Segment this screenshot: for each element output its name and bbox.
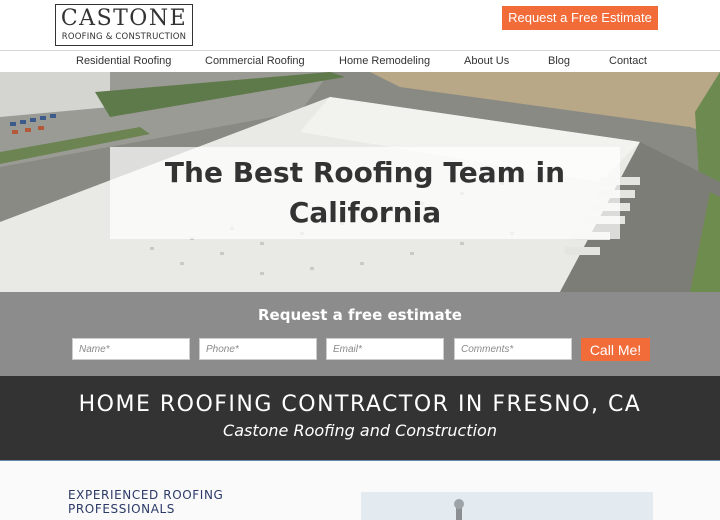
name-input[interactable] — [72, 338, 190, 360]
contractor-subheading: Castone Roofing and Construction — [223, 421, 497, 440]
email-input[interactable] — [326, 338, 444, 360]
site-header: CASTONE ROOFING & CONSTRUCTION Request a… — [0, 0, 720, 51]
nav-residential-roofing[interactable]: Residential Roofing — [76, 55, 171, 67]
comments-input[interactable] — [454, 338, 572, 360]
experience-heading: EXPERIENCED ROOFING PROFESSIONALS — [68, 488, 268, 516]
hero-title-box: The Best Roofing Team in California — [110, 147, 620, 239]
main-nav: Residential Roofing Commercial Roofing H… — [0, 52, 720, 72]
nav-about-us[interactable]: About Us — [464, 55, 509, 67]
call-me-button[interactable]: Call Me! — [581, 338, 650, 361]
experience-heading-line-1: EXPERIENCED ROOFING — [68, 488, 224, 502]
contractor-banner: HOME ROOFING CONTRACTOR IN FRESNO, CA Ca… — [0, 376, 720, 460]
nav-blog[interactable]: Blog — [548, 55, 570, 67]
contractor-heading: HOME ROOFING CONTRACTOR IN FRESNO, CA — [78, 392, 642, 417]
hero-banner: The Best Roofing Team in California — [0, 72, 720, 292]
logo-tagline: ROOFING & CONSTRUCTION — [61, 32, 187, 42]
hero-title-line-1: The Best Roofing Team in — [164, 156, 566, 189]
hero-title-line-2: California — [288, 196, 442, 229]
nav-home-remodeling[interactable]: Home Remodeling — [339, 55, 430, 67]
nav-commercial-roofing[interactable]: Commercial Roofing — [205, 55, 305, 67]
castone-logo[interactable]: CASTONE ROOFING & CONSTRUCTION — [55, 4, 193, 46]
request-estimate-button[interactable]: Request a Free Estimate — [502, 6, 658, 30]
experience-section: EXPERIENCED ROOFING PROFESSIONALS — [0, 461, 720, 520]
experience-photo — [361, 492, 653, 520]
nav-contact[interactable]: Contact — [609, 55, 647, 67]
experience-heading-line-2: PROFESSIONALS — [68, 502, 176, 516]
estimate-form-title: Request a free estimate — [258, 306, 462, 324]
logo-wordmark: CASTONE — [60, 6, 188, 31]
phone-input[interactable] — [199, 338, 317, 360]
estimate-form-section: Request a free estimate Call Me! — [0, 292, 720, 376]
